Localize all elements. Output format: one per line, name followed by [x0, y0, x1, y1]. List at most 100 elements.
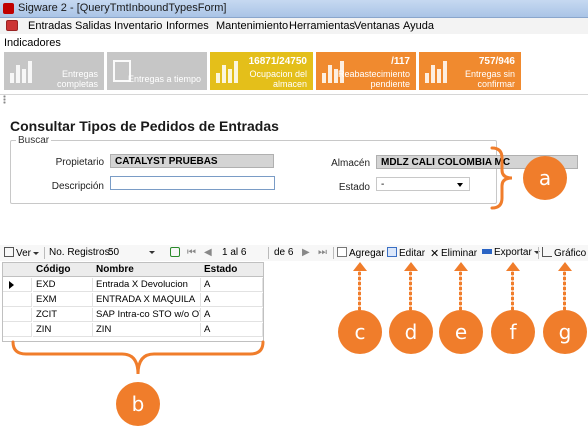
chevron-down-icon — [457, 183, 463, 187]
column-header-estado[interactable]: Estado — [201, 263, 263, 277]
editar-button[interactable]: Editar — [387, 247, 425, 259]
kpi-tile-pending-replenishment[interactable]: /117 Reabastecimiento pendiente — [316, 52, 416, 90]
toolbar-grip-handle[interactable] — [3, 95, 6, 104]
delete-icon: ✕ — [430, 248, 440, 260]
last-page-button[interactable]: ⏭ — [318, 247, 327, 258]
ver-label: Ver — [16, 248, 32, 259]
kpi-tile-complete-deliveries[interactable]: Entregas completas — [4, 52, 104, 90]
table-cell[interactable]: A — [201, 308, 263, 322]
table-cell[interactable]: ZCIT — [33, 308, 93, 322]
menu-salidas[interactable]: Salidas — [75, 20, 111, 32]
table-cell[interactable]: ZIN — [33, 323, 93, 337]
refresh-button[interactable] — [170, 247, 182, 259]
tile-label-line2: almacen — [272, 79, 307, 89]
records-label: No. Registros: — [49, 247, 113, 258]
chevron-down-icon — [33, 252, 40, 255]
menu-entradas[interactable]: Entradas — [28, 20, 72, 32]
annotation-arrow-e — [454, 262, 468, 271]
table-cell[interactable]: SAP Intra-co STO w/o OTM — [93, 308, 201, 322]
tile-number: /117 — [391, 56, 410, 67]
bar-chart-icon — [216, 59, 240, 83]
column-header-nombre[interactable]: Nombre — [93, 263, 201, 277]
annotation-marker-c: c — [338, 310, 382, 354]
tile-label-line1: Reabastecimiento — [337, 69, 410, 79]
annotation-dotted-line-e — [459, 271, 462, 312]
eliminar-label: Eliminar — [441, 248, 478, 259]
menu-ayuda[interactable]: Ayuda — [403, 20, 434, 32]
annotation-marker-b: b — [116, 382, 160, 426]
ver-dropdown[interactable]: Ver — [4, 247, 40, 259]
row-selector[interactable] — [3, 308, 32, 322]
kpi-tile-warehouse-occupancy[interactable]: 16871/24750 Ocupacion del almacen — [210, 52, 313, 90]
indicators-label: Indicadores — [4, 37, 61, 49]
table-cell[interactable]: ZIN — [93, 323, 201, 337]
tile-number: 757/946 — [478, 56, 515, 67]
row-header-corner — [3, 263, 33, 277]
grid-view-icon — [4, 247, 14, 257]
column-header-codigo[interactable]: Código — [33, 263, 93, 277]
menu-informes[interactable]: Informes — [166, 20, 209, 32]
toolbar-separator — [538, 247, 539, 259]
tile-label-line2: completas — [56, 79, 98, 89]
annotation-dotted-line-d — [409, 271, 412, 312]
tile-label-line2: confirmar — [477, 79, 515, 89]
estado-label: Estado — [338, 182, 370, 193]
annotation-arrow-d — [404, 262, 418, 271]
table-cell[interactable]: ENTRADA X MAQUILA — [93, 293, 201, 307]
toolbar-separator — [44, 247, 45, 259]
menu-herramientas[interactable]: Herramientas — [289, 20, 355, 32]
table-cell[interactable]: A — [201, 323, 263, 337]
grafico-label: Gráfico — [554, 248, 587, 259]
page-title: Consultar Tipos de Pedidos de Entradas — [10, 118, 279, 134]
first-page-button[interactable]: ⏮ — [187, 247, 196, 258]
annotation-arrow-c — [353, 262, 367, 271]
kpi-tile-unconfirmed-deliveries[interactable]: 757/946 Entregas sin confirmar — [419, 52, 521, 90]
menu-inventario[interactable]: Inventario — [114, 20, 162, 32]
menu-mantenimiento[interactable]: Mantenimiento — [216, 20, 288, 32]
almacen-label: Almacén — [331, 158, 370, 169]
search-groupbox — [10, 140, 497, 204]
records-select[interactable]: 50 — [108, 247, 156, 258]
next-page-button[interactable]: ▶ — [302, 247, 310, 258]
annotation-dotted-line-c — [358, 271, 361, 312]
agregar-button[interactable]: Agregar — [337, 247, 385, 259]
row-selector[interactable] — [3, 278, 32, 292]
propietario-label: Propietario — [55, 157, 104, 168]
estado-select[interactable]: - — [376, 177, 470, 191]
search-group-label: Buscar — [16, 135, 52, 146]
grafico-button[interactable]: Gráfico — [542, 247, 586, 259]
previous-page-button[interactable]: ◀ — [204, 247, 212, 258]
export-icon — [482, 249, 492, 254]
add-icon — [337, 247, 347, 257]
grid-toolbar: Ver No. Registros: 50 ⏮ ◀ 1 al 6 de 6 ▶ … — [0, 245, 588, 261]
records-value: 50 — [108, 247, 120, 258]
annotation-arrow-f — [506, 262, 520, 271]
table-cell[interactable]: EXD — [33, 278, 93, 292]
table-cell[interactable]: A — [201, 293, 263, 307]
mdi-window-icon[interactable] — [6, 20, 18, 31]
table-cell[interactable]: A — [201, 278, 263, 292]
tile-label-line2: pendiente — [370, 79, 410, 89]
menu-ventanas[interactable]: Ventanas — [354, 20, 400, 32]
bar-chart-icon — [10, 59, 34, 83]
page-position-label: 1 al 6 — [222, 247, 247, 258]
row-selector[interactable] — [3, 293, 32, 307]
exportar-dropdown[interactable]: Exportar — [482, 247, 540, 258]
bar-chart-icon — [425, 59, 449, 83]
kpi-tile-on-time-deliveries[interactable]: Entregas a tiempo — [107, 52, 207, 90]
row-selector[interactable] — [3, 323, 32, 337]
exportar-label: Exportar — [494, 247, 532, 258]
table-cell[interactable]: Entrada X Devolucion — [93, 278, 201, 292]
table-cell[interactable]: EXM — [33, 293, 93, 307]
annotation-marker-a: a — [523, 156, 567, 200]
divider — [0, 94, 588, 96]
annotation-marker-g: g — [543, 310, 587, 354]
propietario-field: CATALYST PRUEBAS — [110, 154, 274, 168]
annotation-brace-a — [490, 146, 513, 210]
edit-icon — [387, 247, 397, 257]
toolbar-separator — [268, 247, 269, 259]
current-row-indicator-icon — [9, 281, 14, 289]
descripcion-input[interactable] — [110, 176, 275, 190]
eliminar-button[interactable]: ✕ Eliminar — [430, 247, 478, 260]
tile-label-line1: Entregas a tiempo — [127, 74, 201, 84]
